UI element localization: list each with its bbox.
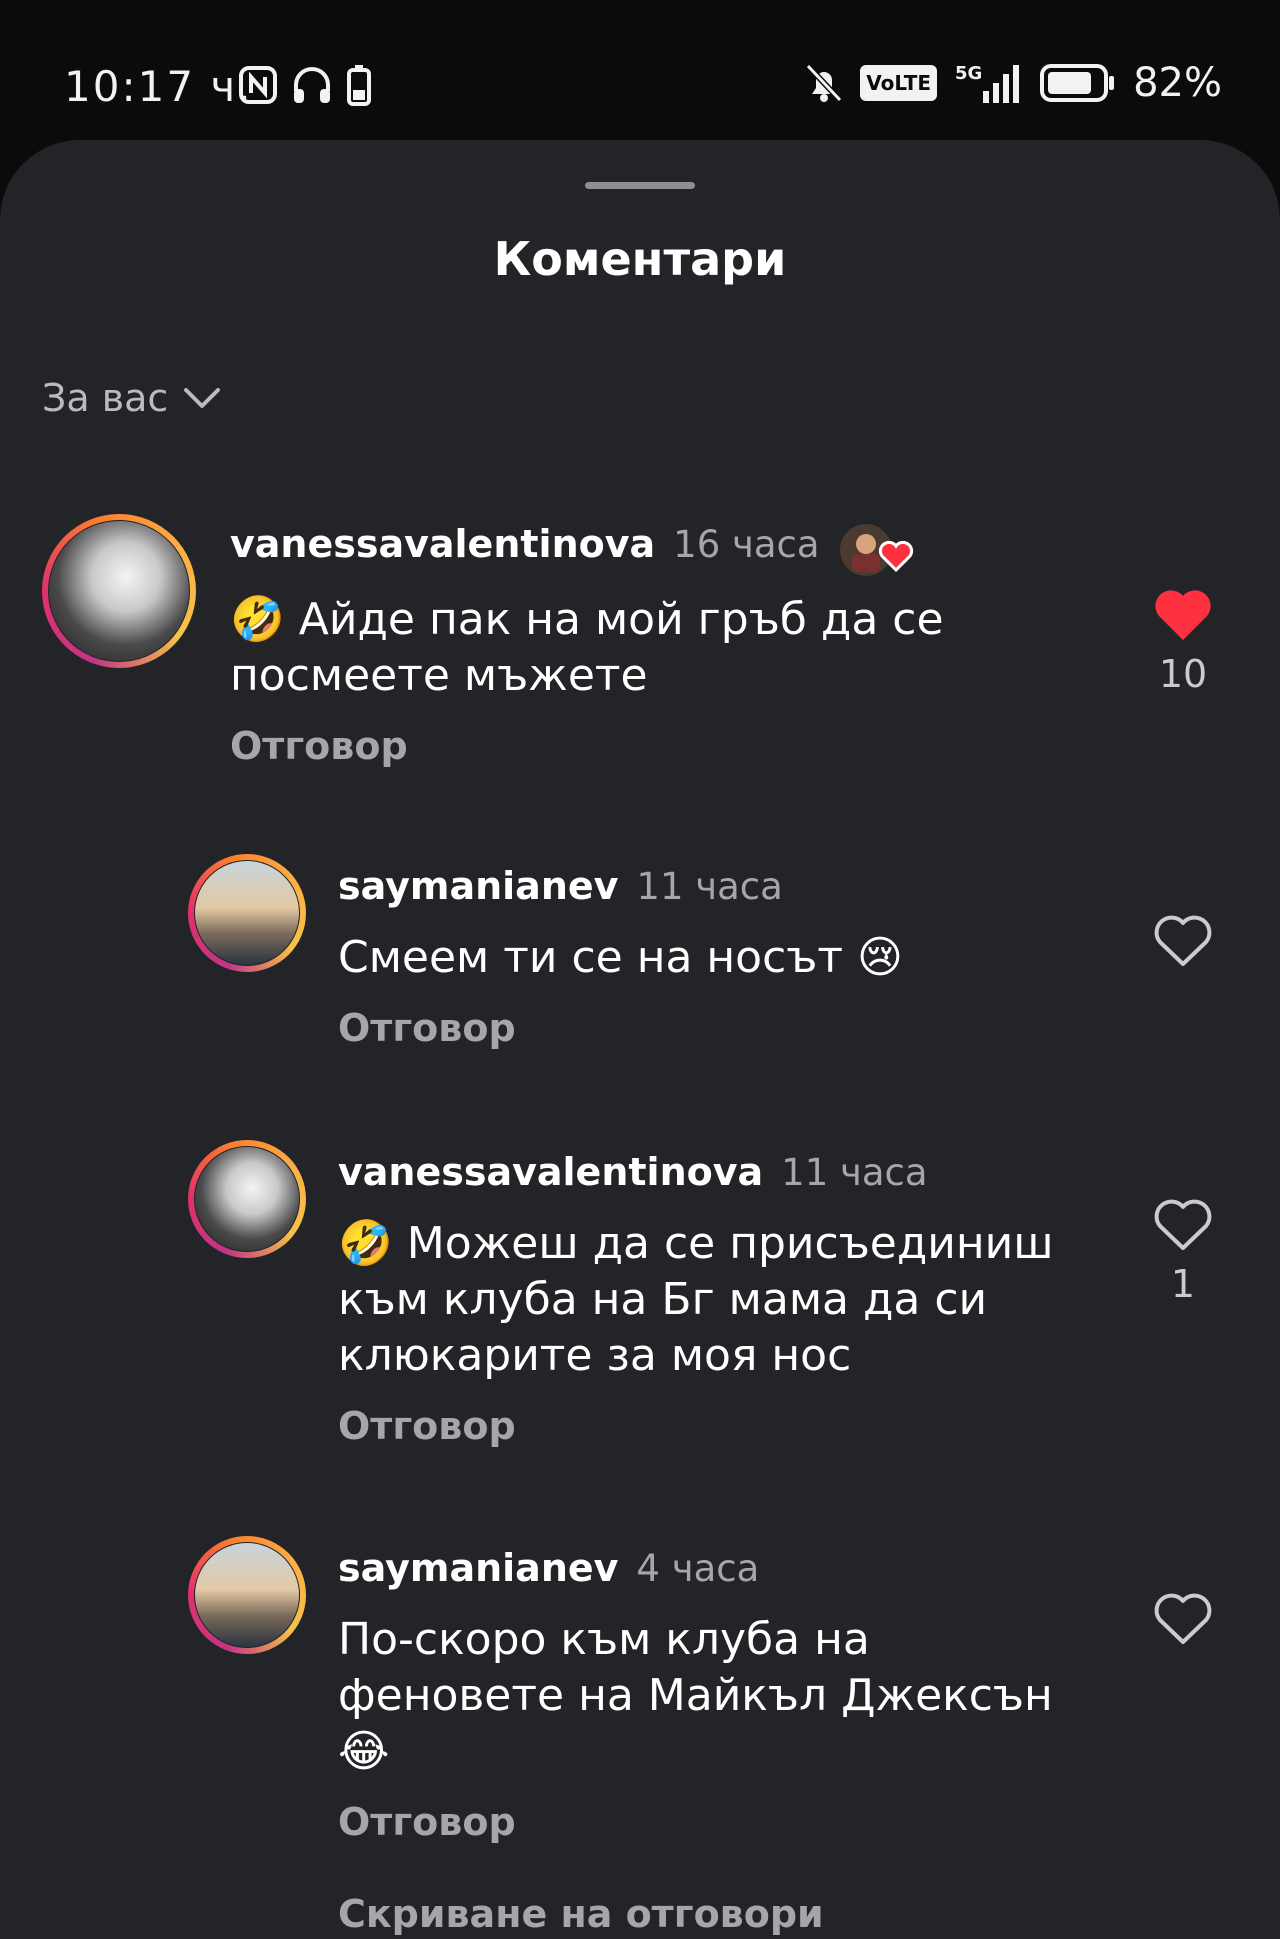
comment-meta: vanessavalentinova 16 часа: [230, 522, 920, 578]
comment-username[interactable]: vanessavalentinova: [338, 1150, 763, 1194]
heart-outline-icon[interactable]: [1153, 1198, 1213, 1252]
creator-liked-icon: [839, 524, 913, 576]
comment-text: 🤣 Айде пак на мой гръб да се посмеете мъ…: [230, 594, 944, 701]
avatar[interactable]: [188, 1536, 306, 1654]
nfc-icon: [239, 66, 277, 104]
heart-filled-icon[interactable]: [1153, 588, 1213, 642]
battery-saver-icon: [347, 65, 371, 106]
comment-username[interactable]: saymanianev: [338, 1546, 618, 1590]
svg-text:5G: 5G: [955, 63, 982, 84]
sheet-title: Коментари: [493, 232, 787, 286]
reply-button[interactable]: Отговор: [230, 724, 408, 768]
like-count: 1: [1170, 1262, 1196, 1306]
comment-meta: vanessavalentinova 11 часа: [338, 1150, 928, 1194]
5g-signal-icon: 5G: [955, 63, 1020, 103]
like-group: 10: [1148, 588, 1218, 696]
comment-time: 11 часа: [636, 865, 783, 908]
battery-icon: [1040, 64, 1115, 102]
comment-text: По-скоро към клуба на феновете на Майкъл…: [338, 1614, 1053, 1777]
comment-time: 4 часа: [636, 1547, 760, 1590]
heart-outline-icon[interactable]: [1153, 914, 1213, 968]
reply-button[interactable]: Отговор: [338, 1006, 516, 1050]
status-left-icons: [238, 64, 372, 106]
avatar-photo: [195, 1543, 299, 1647]
comment-username[interactable]: saymanianev: [338, 864, 618, 908]
avatar[interactable]: [42, 514, 196, 668]
comment-time: 16 часа: [673, 523, 820, 566]
comments-sheet: Коментари За вас vanessavalentinova 16 ч…: [0, 140, 1280, 1939]
status-time: 10:17 ч.: [64, 62, 253, 111]
like-count: 10: [1158, 652, 1208, 696]
avatar-photo: [195, 1147, 299, 1251]
volte-badge: VoLTE: [860, 65, 938, 101]
avatar-photo: [49, 521, 189, 661]
reply-button[interactable]: Отговор: [338, 1800, 516, 1844]
like-group: 1: [1148, 1198, 1218, 1306]
avatar-photo: [195, 861, 299, 965]
heart-outline-icon[interactable]: [1153, 1592, 1213, 1646]
hide-replies-button[interactable]: Скриване на отговори: [338, 1892, 824, 1936]
sort-dropdown[interactable]: За вас: [42, 376, 222, 420]
avatar[interactable]: [188, 1140, 306, 1258]
reply-button[interactable]: Отговор: [338, 1404, 516, 1448]
comment-meta: saymanianev 4 часа: [338, 1546, 759, 1590]
comment-meta: saymanianev 11 часа: [338, 864, 783, 908]
drag-handle[interactable]: [585, 182, 695, 189]
like-group: [1148, 1592, 1218, 1656]
avatar[interactable]: [188, 854, 306, 972]
comment-username[interactable]: vanessavalentinova: [230, 522, 655, 566]
comment-text: Смеем ти се на носът 😢: [338, 932, 903, 983]
sort-label: За вас: [42, 376, 169, 420]
comment-time: 11 часа: [781, 1151, 928, 1194]
headphones-icon: [294, 67, 330, 103]
chevron-down-icon: [184, 388, 221, 408]
like-group: [1148, 914, 1218, 978]
comment-text: 🤣 Можеш да се присъединиш към клуба на Б…: [338, 1218, 1054, 1381]
status-bar: 10:17 ч. VoLTE 5G 82%: [0, 0, 1280, 140]
mute-icon: [806, 63, 843, 103]
battery-percent: 82%: [1133, 60, 1222, 106]
status-right-icons: VoLTE 5G 82%: [804, 60, 1222, 106]
